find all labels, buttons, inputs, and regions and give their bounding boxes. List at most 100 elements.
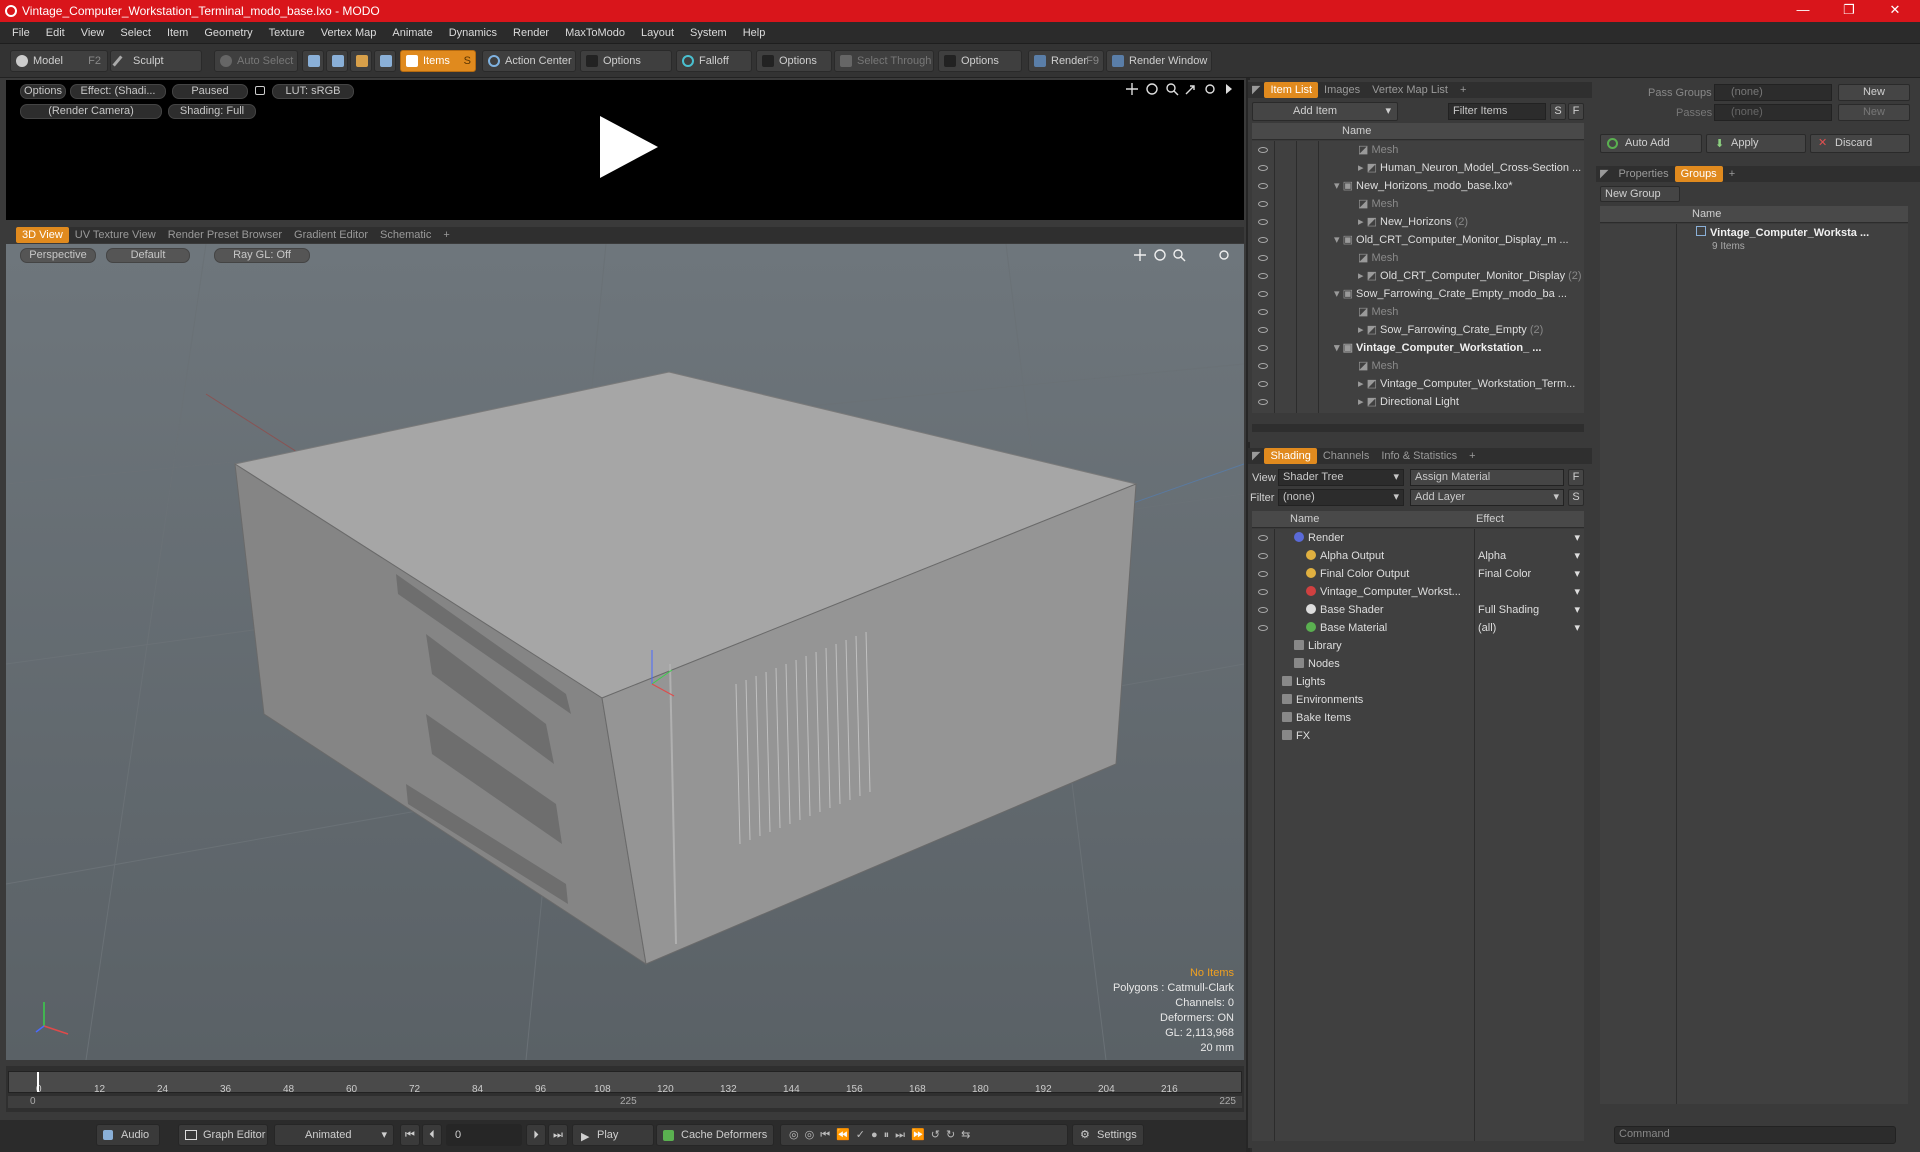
tab-images[interactable]: Images xyxy=(1318,82,1366,98)
playback-tools[interactable]: ◎◎⏮⏪✓●⏸⏭⏩↺↻⇆ xyxy=(780,1124,1068,1146)
passes-dropdown[interactable]: (none) xyxy=(1714,104,1832,121)
shader-tree-row[interactable]: Bake Items xyxy=(1282,709,1472,727)
visibility-eye-icon[interactable] xyxy=(1258,255,1268,261)
menu-maxtomodo[interactable]: MaxToModo xyxy=(557,22,633,44)
go-to-end-button[interactable]: ⏭ xyxy=(548,1124,568,1146)
visibility-eye-icon[interactable] xyxy=(1258,237,1268,243)
command-input[interactable]: Command xyxy=(1614,1126,1896,1144)
filter-s-button[interactable]: S xyxy=(1550,103,1566,120)
item-list-row[interactable]: ◪ Mesh xyxy=(1358,357,1584,375)
shader-effect-dropdown[interactable]: ▾ xyxy=(1478,529,1582,547)
select-through-button[interactable]: Select Through xyxy=(834,50,934,72)
pass-groups-dropdown[interactable]: (none) xyxy=(1714,84,1832,101)
visibility-eye-icon[interactable] xyxy=(1258,625,1268,631)
visibility-eye-icon[interactable] xyxy=(1258,183,1268,189)
new-group-button[interactable]: New Group xyxy=(1600,186,1680,202)
shader-tree-row[interactable]: Base Material xyxy=(1306,619,1472,637)
visibility-eye-icon[interactable] xyxy=(1258,201,1268,207)
visibility-eye-icon[interactable] xyxy=(1258,147,1268,153)
item-list-row[interactable]: ▸ ◩ Sow_Farrowing_Crate_Empty (2) xyxy=(1358,321,1584,339)
visibility-eye-icon[interactable] xyxy=(1258,607,1268,613)
shader-tree-row[interactable]: Final Color Output xyxy=(1306,565,1472,583)
auto-select-button[interactable]: Auto Select xyxy=(214,50,298,72)
visibility-eye-icon[interactable] xyxy=(1258,219,1268,225)
menu-select[interactable]: Select xyxy=(112,22,159,44)
filter-f-button[interactable]: F xyxy=(1568,103,1584,120)
discard-button[interactable]: ✕ Discard xyxy=(1810,134,1910,153)
play-button[interactable]: ▶ Play xyxy=(572,1124,654,1146)
filter-dropdown[interactable]: (none) ▾ xyxy=(1278,489,1404,506)
tab-gradient-editor[interactable]: Gradient Editor xyxy=(288,227,374,243)
tab-shading[interactable]: Shading xyxy=(1264,448,1317,464)
tab-3d-view[interactable]: 3D View xyxy=(16,227,69,243)
vertices-mode-button[interactable] xyxy=(302,50,324,72)
tab-vertex-map-list[interactable]: Vertex Map List xyxy=(1366,82,1454,98)
maximize-button[interactable]: ❐ xyxy=(1826,0,1872,22)
item-list-row[interactable]: ▸ ◩ Human_Neuron_Model_Cross-Section ... xyxy=(1358,159,1584,177)
item-list-row[interactable]: ▸ ◩ Old_CRT_Computer_Monitor_Display (2) xyxy=(1358,267,1584,285)
cache-deformers-button[interactable]: Cache Deformers xyxy=(656,1124,774,1146)
play-icon[interactable] xyxy=(592,112,662,182)
items-mode-button[interactable]: Items S xyxy=(400,50,476,72)
tab-uv-texture-view[interactable]: UV Texture View xyxy=(69,227,162,243)
3d-viewport[interactable]: Perspective Default Ray GL: Off No Items… xyxy=(6,244,1244,1060)
lock-icon[interactable] xyxy=(255,86,265,95)
shader-tree-row[interactable]: Lights xyxy=(1282,673,1472,691)
go-to-start-button[interactable]: ⏮ xyxy=(400,1124,420,1146)
render-button[interactable]: Render F9 xyxy=(1028,50,1104,72)
visibility-eye-icon[interactable] xyxy=(1258,363,1268,369)
settings-button[interactable]: ⚙ Settings xyxy=(1072,1124,1144,1146)
item-list-row[interactable]: ◪ Mesh xyxy=(1358,249,1584,267)
shading-f-button[interactable]: F xyxy=(1568,469,1584,486)
previous-frame-button[interactable]: ⏴ xyxy=(422,1124,442,1146)
render-window-button[interactable]: Render Window xyxy=(1106,50,1212,72)
new-pass-group-button[interactable]: New xyxy=(1838,84,1910,101)
tab-schematic[interactable]: Schematic xyxy=(374,227,437,243)
minimize-button[interactable]: — xyxy=(1780,0,1826,22)
visibility-eye-icon[interactable] xyxy=(1258,571,1268,577)
menu-geometry[interactable]: Geometry xyxy=(196,22,260,44)
edges-mode-button[interactable] xyxy=(326,50,348,72)
menu-layout[interactable]: Layout xyxy=(633,22,682,44)
tab-properties[interactable]: Properties xyxy=(1612,166,1674,182)
timeline-playhead[interactable] xyxy=(37,1072,39,1092)
menu-render[interactable]: Render xyxy=(505,22,557,44)
menu-vertex-map[interactable]: Vertex Map xyxy=(313,22,385,44)
action-center-button[interactable]: Action Center xyxy=(482,50,576,72)
falloff-options-button[interactable]: Options xyxy=(756,50,832,72)
visibility-eye-icon[interactable] xyxy=(1258,535,1268,541)
add-tab-button[interactable]: + xyxy=(1463,448,1481,464)
assign-material-button[interactable]: Assign Material xyxy=(1410,469,1564,486)
item-list-row[interactable]: ▸ ◩ New_Horizons (2) xyxy=(1358,213,1584,231)
menu-help[interactable]: Help xyxy=(735,22,774,44)
filter-items-input[interactable]: Filter Items xyxy=(1448,103,1546,120)
menu-file[interactable]: File xyxy=(4,22,38,44)
tab-info-statistics[interactable]: Info & Statistics xyxy=(1375,448,1463,464)
add-tab-button[interactable]: + xyxy=(1723,166,1741,182)
add-layer-dropdown[interactable]: Add Layer ▾ xyxy=(1410,489,1564,506)
item-list-row[interactable]: ▾ ▣ New_Horizons_modo_base.lxo* xyxy=(1334,177,1584,195)
shader-tree-row[interactable]: Base Shader xyxy=(1306,601,1472,619)
select-through-options-button[interactable]: Options xyxy=(938,50,1022,72)
shader-tree-row[interactable]: Library xyxy=(1294,637,1472,655)
preview-options-button[interactable]: Options xyxy=(20,84,66,99)
close-button[interactable]: ✕ xyxy=(1872,0,1918,22)
item-list-row[interactable]: ▾ ▣ Old_CRT_Computer_Monitor_Display_m .… xyxy=(1334,231,1584,249)
materials-mode-button[interactable] xyxy=(374,50,396,72)
action-center-options-button[interactable]: Options xyxy=(580,50,672,72)
frame-input[interactable]: 0 xyxy=(446,1124,522,1146)
menu-texture[interactable]: Texture xyxy=(261,22,313,44)
preview-effect-dropdown[interactable]: Effect: (Shadi... xyxy=(70,84,166,99)
menu-dynamics[interactable]: Dynamics xyxy=(441,22,505,44)
timeline-range[interactable]: 0 225 225 xyxy=(8,1096,1242,1108)
visibility-eye-icon[interactable] xyxy=(1258,553,1268,559)
visibility-eye-icon[interactable] xyxy=(1258,345,1268,351)
tab-item-list[interactable]: Item List xyxy=(1264,82,1319,98)
polygons-mode-button[interactable] xyxy=(350,50,372,72)
item-list-row[interactable]: ◪ Mesh xyxy=(1358,303,1584,321)
item-list-row[interactable]: ▸ ◩ Directional Light xyxy=(1358,393,1584,411)
add-item-button[interactable]: Add Item ▾ xyxy=(1252,102,1398,121)
animated-dropdown[interactable]: Animated ▾ xyxy=(274,1124,394,1146)
visibility-eye-icon[interactable] xyxy=(1258,327,1268,333)
next-frame-button[interactable]: ⏵ xyxy=(526,1124,546,1146)
